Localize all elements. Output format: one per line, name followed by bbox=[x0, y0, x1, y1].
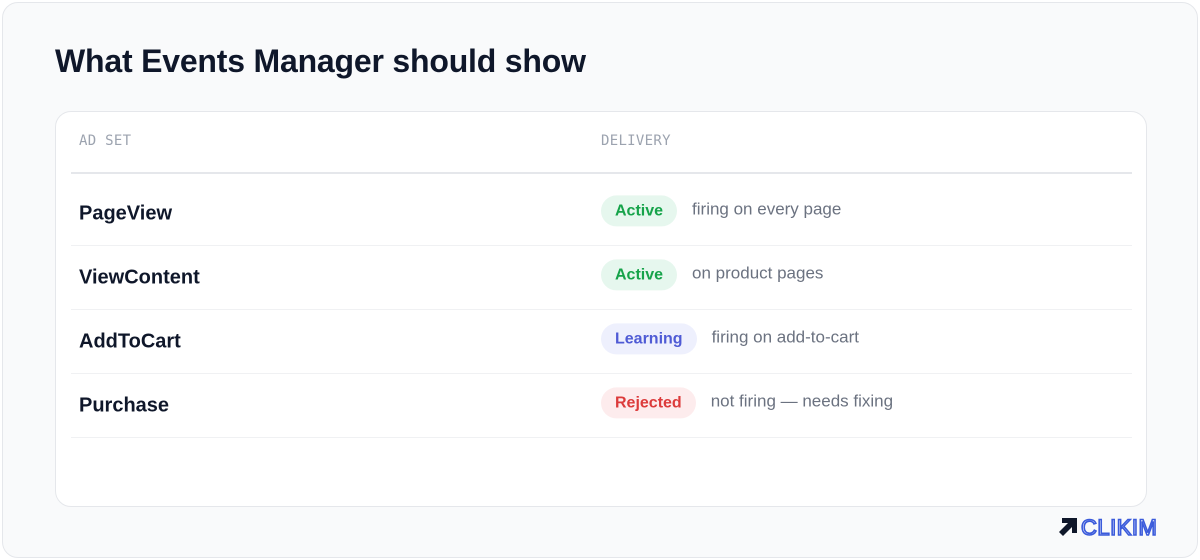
table-row: ViewContent Active on product pages bbox=[71, 246, 1132, 310]
delivery-note: on product pages bbox=[692, 263, 824, 283]
arrow-up-left-icon bbox=[1059, 518, 1077, 536]
delivery-note: firing on every page bbox=[692, 199, 842, 219]
event-name: ViewContent bbox=[79, 266, 200, 288]
status-badge: Rejected bbox=[601, 386, 696, 418]
delivery-cell: Active on product pages bbox=[601, 258, 824, 290]
table-row: Purchase Rejected not firing — needs fix… bbox=[71, 374, 1132, 438]
delivery-cell: Rejected not firing — needs fixing bbox=[601, 386, 894, 418]
delivery-note: not firing — needs fixing bbox=[710, 391, 894, 411]
event-name: AddToCart bbox=[79, 330, 181, 352]
table-header: AD SET DELIVERY bbox=[71, 112, 1132, 174]
event-name: Purchase bbox=[79, 394, 170, 416]
column-header-ad-set: AD SET bbox=[79, 133, 132, 149]
status-badge: Learning bbox=[601, 322, 697, 354]
delivery-note: firing on add-to-cart bbox=[711, 327, 859, 347]
brand-logo: CLIKIM bbox=[1059, 515, 1159, 539]
table-row: AddToCart Learning firing on add-to-cart bbox=[71, 310, 1132, 374]
status-badge: Active bbox=[601, 194, 678, 226]
brand-logo-mark: CLIKIM bbox=[1059, 515, 1158, 539]
brand-wordmark: CLIKIM bbox=[1081, 515, 1157, 539]
event-name: PageView bbox=[79, 202, 173, 224]
status-badge: Active bbox=[601, 258, 678, 290]
delivery-cell: Active firing on every page bbox=[601, 194, 842, 226]
table-row: PageView Active firing on every page bbox=[71, 182, 1132, 246]
events-table-card: AD SET DELIVERY PageView Active firing o… bbox=[55, 111, 1147, 507]
page-frame: What Events Manager should show AD SET D… bbox=[2, 2, 1198, 558]
page-title: What Events Manager should show bbox=[55, 43, 586, 79]
delivery-cell: Learning firing on add-to-cart bbox=[601, 322, 859, 354]
column-header-delivery: DELIVERY bbox=[601, 133, 671, 149]
